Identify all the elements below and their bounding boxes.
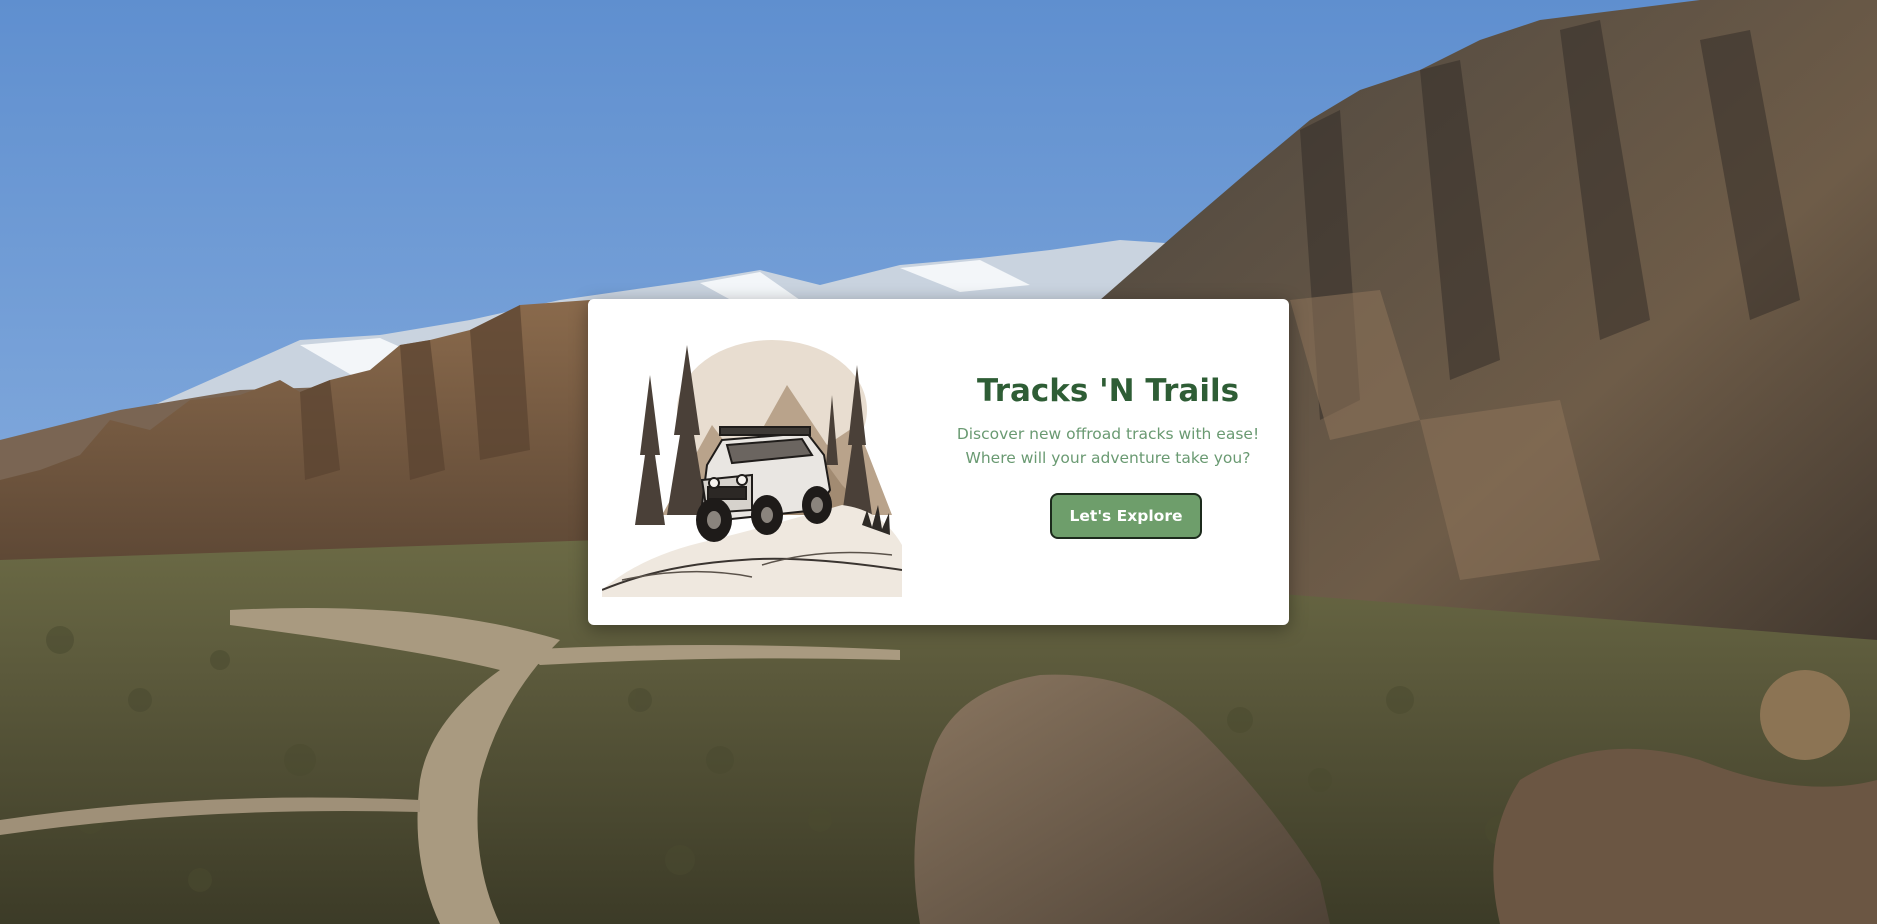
- hero-title: Tracks 'N Trails: [976, 373, 1240, 409]
- offroad-jeep-illustration: [602, 340, 902, 597]
- hero-description-line-1: Discover new offroad tracks with ease!: [956, 425, 1260, 443]
- hero-card: Tracks 'N Trails Discover new offroad tr…: [588, 299, 1289, 625]
- lets-explore-button[interactable]: Let's Explore: [1050, 493, 1202, 539]
- hero-description-line-2: Where will your adventure take you?: [965, 449, 1251, 467]
- hero-description: Discover new offroad tracks with ease! W…: [938, 422, 1278, 470]
- hero-content: Tracks 'N Trails Discover new offroad tr…: [938, 299, 1278, 625]
